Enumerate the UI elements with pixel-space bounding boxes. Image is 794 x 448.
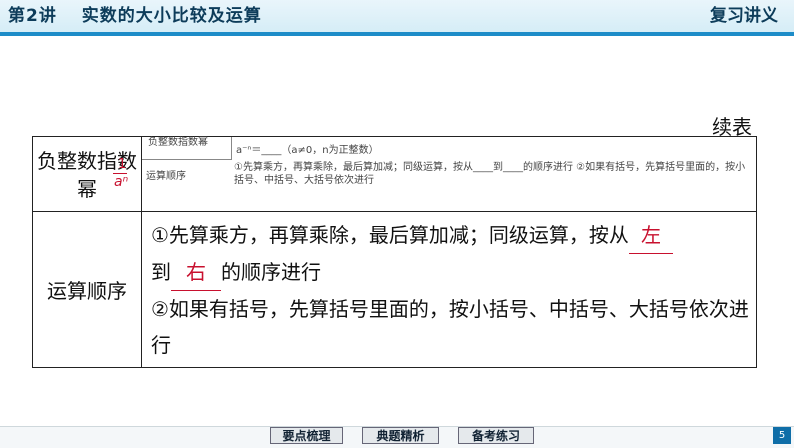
mini-label: 运算顺序 [146,171,186,182]
lesson-number: 第2讲 [8,6,57,26]
key-points-button[interactable]: 要点梳理 [270,427,343,444]
mini-cell-header: 负整数指数幂 [142,137,232,160]
row2-header: 运算顺序 [47,279,127,303]
fraction-numerator: 1 [118,157,127,172]
row2-text2a: 到 [151,260,171,284]
footer-bar: 要点梳理 典题精析 备考练习 5 [0,426,794,448]
header-bar: 第2讲 实数的大小比较及运算 复习讲义 [0,0,794,36]
header-accent-line [0,32,794,36]
example-analysis-button[interactable]: 典题精析 [362,427,439,444]
fraction-denominator: aⁿ [114,174,129,190]
row2-text2b: 的顺序进行 [221,260,321,284]
lesson-title: 第2讲 实数的大小比较及运算 [8,4,262,28]
content-table: 负整数指数幂 负整数指数幂 a⁻ⁿ＝____（a≠0，n为正整数） 运算顺序 ①… [32,136,757,368]
mini-text: ①先算乘方，再算乘除，最后算加减；同级运算，按从____到____的顺序进行 ②… [234,162,746,186]
row2-line2: 到右的顺序进行 [151,254,751,291]
answer-right: 右 [171,254,221,291]
exam-practice-button[interactable]: 备考练习 [458,427,534,444]
row2-line1: ①先算乘方，再算乘除，最后算加减；同级运算，按从左 [151,217,751,254]
fraction-answer: 1 aⁿ [110,157,138,190]
review-title: 复习讲义 [710,6,778,26]
embedded-mini-table: 负整数指数幂 a⁻ⁿ＝____（a≠0，n为正整数） 运算顺序 ①先算乘方，再算… [142,137,758,211]
answer-left: 左 [628,217,673,254]
lesson-name: 实数的大小比较及运算 [81,6,262,26]
mini-formula: a⁻ⁿ＝____（a≠0，n为正整数） [236,145,379,156]
row2-text3: ②如果有括号，先算括号里面的，按小括号、中括号、大括号依次进行 [151,297,749,357]
row2-content: ①先算乘方，再算乘除，最后算加减；同级运算，按从左 到右的顺序进行 ②如果有括号… [151,217,751,363]
row2-text1: ①先算乘方，再算乘除，最后算加减；同级运算，按从 [151,223,629,247]
page-number-badge: 5 [773,427,791,444]
